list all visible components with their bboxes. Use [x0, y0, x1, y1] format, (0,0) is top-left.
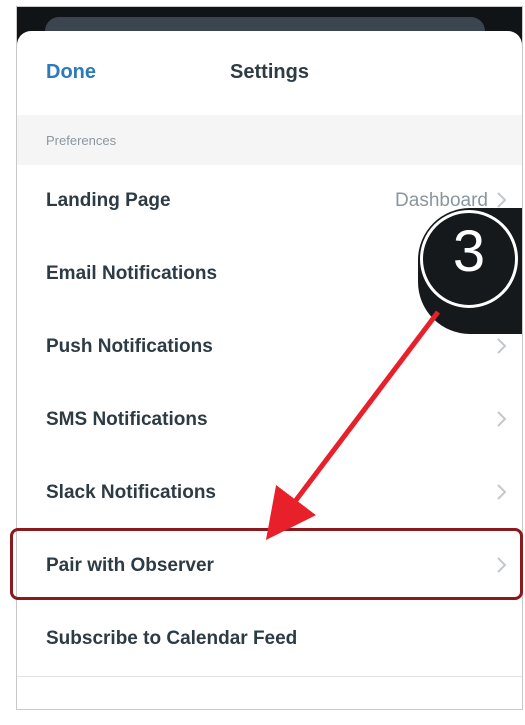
chevron-right-icon [497, 557, 507, 573]
row-sms-notifications[interactable]: SMS Notifications [17, 384, 522, 458]
section-header: Preferences [17, 115, 522, 166]
section-label: Preferences [46, 133, 117, 148]
row-label: Slack Notifications [46, 482, 216, 503]
page-title: Settings [230, 61, 309, 83]
row-subscribe-calendar-feed[interactable]: Subscribe to Calendar Feed [17, 603, 522, 677]
chevron-right-icon [497, 484, 507, 500]
chevron-right-icon [497, 411, 507, 427]
row-slack-notifications[interactable]: Slack Notifications [17, 457, 522, 531]
row-label: Push Notifications [46, 336, 213, 357]
device-frame: Done Settings Preferences Landing Page D… [16, 6, 523, 710]
row-pair-with-observer[interactable]: Pair with Observer [17, 530, 522, 604]
row-label: Subscribe to Calendar Feed [46, 628, 298, 649]
settings-sheet: Done Settings Preferences Landing Page D… [17, 31, 522, 709]
nav-bar: Done Settings [17, 31, 522, 116]
chevron-right-icon [497, 338, 507, 354]
row-label: Landing Page [46, 190, 171, 211]
row-label: Pair with Observer [46, 555, 214, 576]
row-label: Email Notifications [46, 263, 218, 284]
row-label: SMS Notifications [46, 409, 208, 430]
step-number: 3 [452, 219, 486, 284]
